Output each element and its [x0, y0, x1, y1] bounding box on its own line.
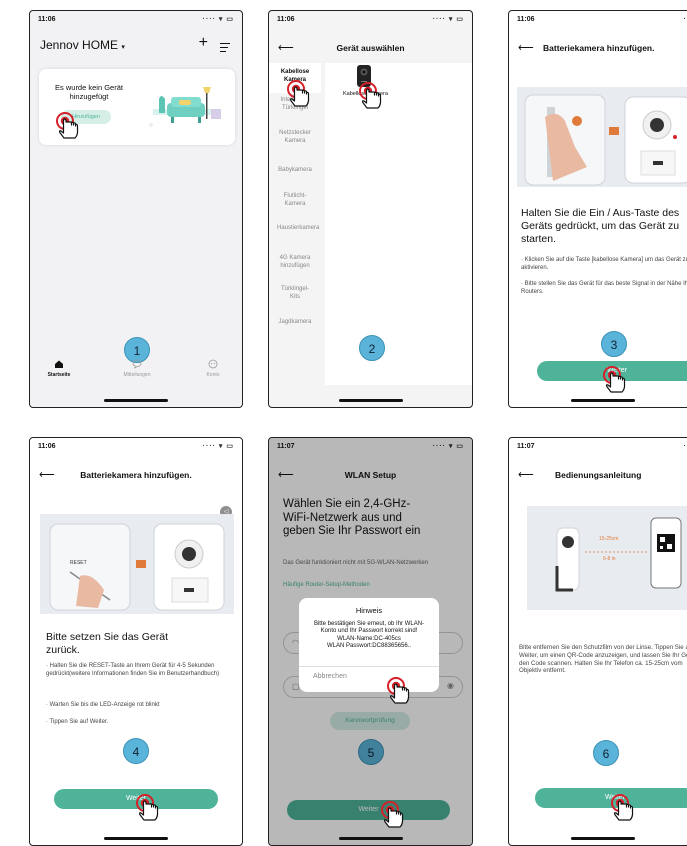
chat-bubble-icon: [132, 359, 142, 369]
status-time: 11:07: [517, 443, 535, 450]
phone-screen-reset: 11:06 ···· ▾ ▭ ⟵ Batteriekamera hinzufüg…: [29, 437, 243, 846]
home-indicator: [571, 399, 635, 402]
account-icon: [208, 359, 218, 369]
instruction-heading: Bitte setzen Sie das Gerät zurück.: [46, 631, 168, 656]
instruction-bullet: · Klicken Sie auf die Taste [kabellose K…: [521, 257, 687, 271]
status-icons: ···· ▾ ▭: [202, 443, 234, 450]
category-item[interactable]: Haustierkamera: [269, 225, 321, 233]
tap-pointer-hand-icon: [385, 676, 415, 706]
back-arrow-icon[interactable]: ⟵: [278, 39, 294, 57]
status-time: 11:06: [38, 16, 56, 23]
home-icon: [55, 360, 63, 368]
tab-account-label: Konto: [206, 372, 220, 378]
tap-pointer-hand-icon: [379, 800, 409, 830]
tap-pointer-hand-icon: [285, 79, 315, 109]
instruction-bullet: · Bitte stellen Sie das Gerät für das be…: [521, 281, 687, 295]
instruction-bullet: · Tippen Sie auf Weiter.: [46, 719, 109, 725]
status-bar: 11:06 ··· ▾: [509, 11, 687, 27]
status-bar: 11:06 ···· ▾ ▭: [269, 11, 472, 27]
tap-pointer-hand-icon: [357, 81, 387, 111]
page-title: Batteriekamera hinzufügen.: [543, 43, 655, 53]
status-icons: ··· ▾: [683, 443, 687, 450]
power-button-illustration: [517, 87, 687, 187]
tab-messages[interactable]: Mitteilungen: [112, 359, 162, 378]
phone-screen-user-manual: 11:07 ··· ▾ ⟵ Bedienungsanleitung 15-25c…: [508, 437, 687, 846]
home-indicator: [338, 837, 403, 840]
nav-bar: ⟵ Batteriekamera hinzufügen.: [30, 466, 242, 484]
category-item[interactable]: Babykamera: [269, 167, 321, 175]
dialog-wlan-password: WLAN Passwort:DC88365656..: [326, 643, 412, 650]
page-title: Gerät auswählen: [336, 43, 405, 53]
dialog-cancel-button[interactable]: Abbrechen: [313, 673, 347, 680]
add-icon[interactable]: +: [199, 34, 208, 52]
instruction-bullet: · Halten Sie die RESET-Taste an Ihrem Ge…: [46, 663, 220, 677]
reset-label: RESET: [70, 560, 87, 566]
home-indicator: [104, 837, 168, 840]
phone-screen-power-on: 11:06 ··· ▾ ⟵ Batteriekamera hinzufügen.…: [508, 10, 687, 408]
app-title-text: Jennov HOME: [40, 38, 119, 52]
chevron-down-icon: ▾: [121, 44, 125, 51]
step-number-badge: 3: [601, 331, 627, 357]
empty-text: Es wurde kein Gerät hinzugefügt: [55, 83, 123, 101]
dialog-divider: [299, 666, 439, 667]
instruction-bullet: · Warten Sie bis die LED-Anzeige rot bli…: [46, 702, 160, 708]
reset-illustration: RESET: [40, 514, 234, 614]
instruction-text: Bitte entfernen Sie den Schutzfilm von d…: [519, 644, 687, 675]
tab-messages-label: Mitteilungen: [123, 372, 151, 378]
tap-pointer-hand-icon: [134, 793, 164, 823]
step-number-badge: 6: [593, 740, 619, 766]
status-time: 11:06: [38, 443, 56, 450]
home-indicator: [104, 399, 168, 402]
home-indicator: [571, 837, 635, 840]
tap-pointer-hand-icon: [609, 793, 639, 823]
category-item[interactable]: Flutlicht-Kamera: [269, 193, 321, 208]
tab-home[interactable]: Startseite: [34, 359, 84, 378]
status-icons: ···· ▾ ▭: [202, 16, 234, 23]
dialog-message: Bitte bestätigen Sie erneut, ob Ihr WLAN…: [313, 621, 425, 635]
category-item[interactable]: Netzstecker Kamera: [269, 130, 321, 145]
page-title: Batteriekamera hinzufügen.: [80, 470, 192, 480]
press-power-illustration: [524, 94, 687, 186]
bottom-tab-bar: Startseite Mitteilungen Konto: [30, 359, 242, 389]
distance-in-label: 6-8 in: [603, 556, 616, 562]
phone-screen-home: 11:06 ···· ▾ ▭ Jennov HOME ▾ + Es wurde …: [29, 10, 243, 408]
status-time: 11:06: [277, 16, 295, 23]
nav-bar: ⟵ Batteriekamera hinzufügen.: [509, 39, 687, 57]
tab-home-label: Startseite: [47, 372, 71, 378]
status-time: 11:06: [517, 16, 535, 23]
phone-screen-wlan-setup: 11:07 ···· ▾ ▭ ⟵ WLAN Setup Wählen Sie e…: [268, 437, 473, 846]
phone-screen-select-device: 11:06 ···· ▾ ▭ ⟵ Gerät auswählen Kabello…: [268, 10, 473, 408]
app-title[interactable]: Jennov HOME ▾: [40, 38, 125, 52]
distance-cm-label: 15-25cm: [599, 536, 619, 542]
status-bar: 11:06 ···· ▾ ▭: [30, 438, 242, 454]
category-list: Kabellose Kamera Intelligente Türklingel…: [269, 63, 321, 387]
category-item[interactable]: 4G Kamera hinzufügen: [269, 255, 321, 270]
status-icons: ···· ▾ ▭: [432, 16, 464, 23]
dialog-wlan-name: WLAN-Name:DC-405cs: [337, 635, 401, 642]
nav-bar: ⟵ Gerät auswählen: [269, 39, 472, 57]
tap-pointer-hand-icon: [54, 111, 84, 141]
dialog-title: Hinweis: [355, 606, 383, 615]
status-bar: 11:07 ··· ▾: [509, 438, 687, 454]
nav-bar: ⟵ Bedienungsanleitung: [509, 466, 687, 484]
tap-pointer-hand-icon: [601, 365, 631, 395]
back-arrow-icon[interactable]: ⟵: [39, 466, 55, 484]
page-title: Bedienungsanleitung: [555, 470, 642, 480]
category-item[interactable]: Jagdkamera: [269, 319, 321, 327]
tab-account[interactable]: Konto: [188, 359, 238, 378]
instruction-heading: Halten Sie die Ein / Aus-Taste des Gerät…: [521, 207, 680, 245]
back-arrow-icon[interactable]: ⟵: [518, 466, 534, 484]
status-icons: ··· ▾: [683, 16, 687, 23]
step-number-badge: 4: [123, 738, 149, 764]
category-item[interactable]: Türklingel-Kits: [269, 286, 321, 301]
confirm-dialog: Hinweis Bitte bestätigen Sie erneut, ob …: [299, 598, 439, 692]
step-number-badge: 2: [359, 335, 385, 361]
qr-scan-illustration: 15-25cm 6-8 in: [527, 506, 687, 610]
menu-icon[interactable]: [220, 43, 230, 53]
status-bar: 11:06 ···· ▾ ▭: [30, 11, 242, 27]
living-room-illustration: [149, 87, 221, 127]
home-indicator: [338, 399, 403, 402]
back-arrow-icon[interactable]: ⟵: [518, 39, 534, 57]
